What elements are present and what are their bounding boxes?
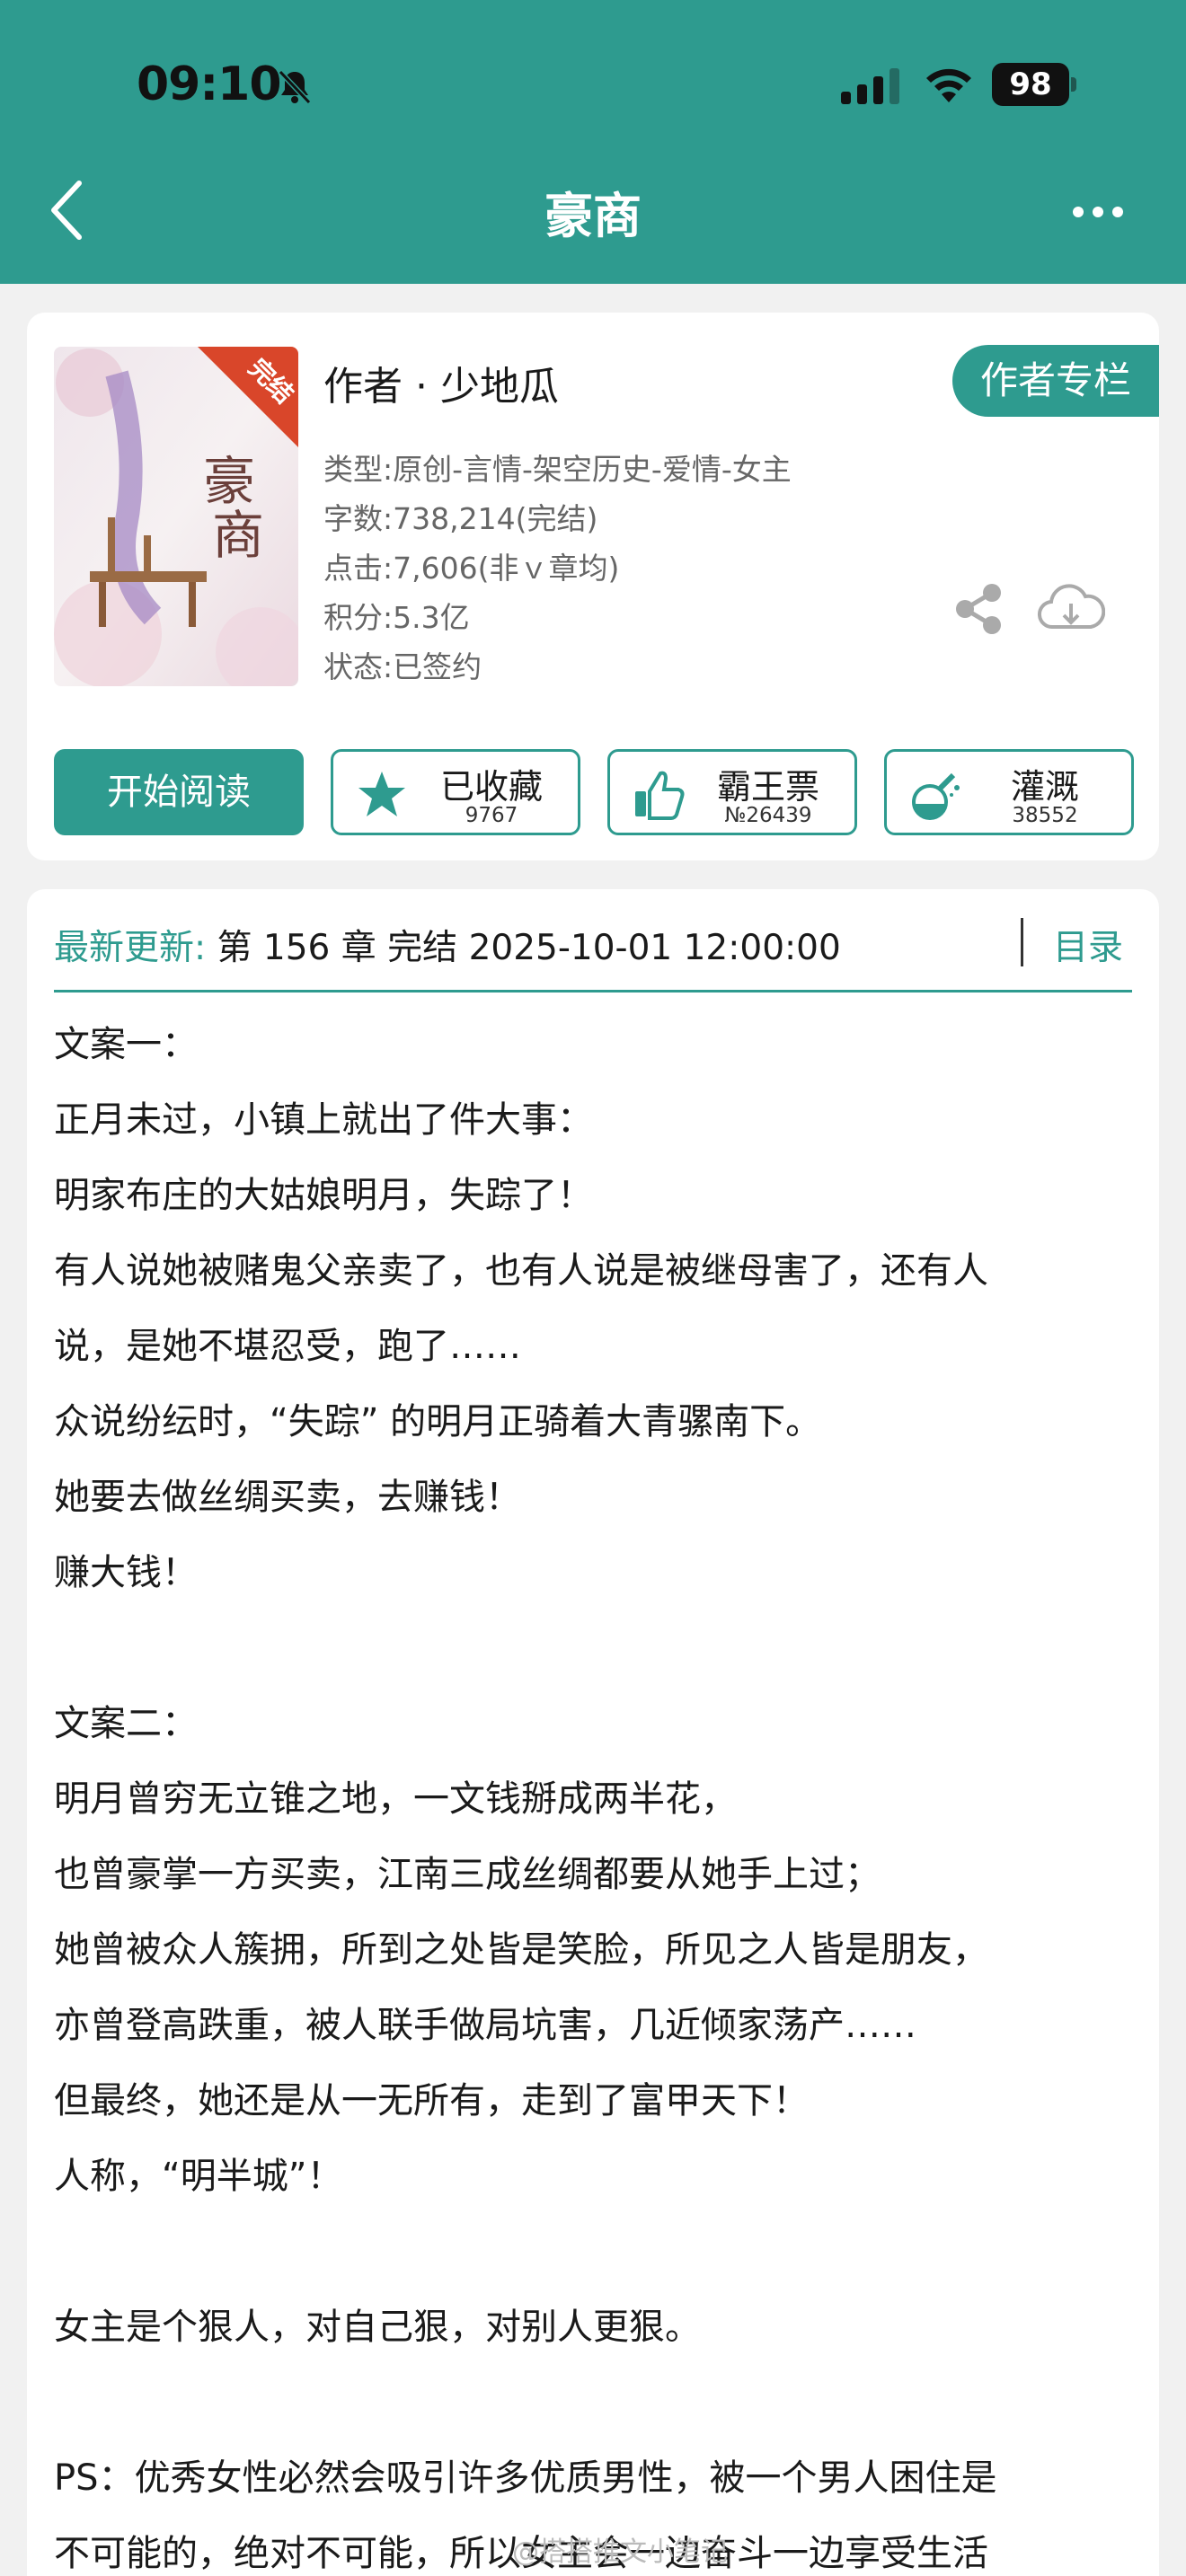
- page-title: 豪商: [544, 188, 642, 244]
- overlord-ticket-label: 霸王票: [716, 767, 819, 807]
- synopsis-line: 明家布庄的大姑娘明月，失踪了！: [54, 1175, 593, 1216]
- author-column-button[interactable]: 作者专栏: [952, 345, 1159, 417]
- book-info-card: 豪 商 完结 作者 · 少地瓜 作者专栏 类型:原创-言情-架空历史-爱情-女主…: [27, 313, 1159, 860]
- synopsis-line: 她要去做丝绸买卖，去赚钱！: [54, 1477, 521, 1518]
- synopsis-line: 赚大钱！: [54, 1552, 198, 1593]
- favorite-label: 已收藏: [439, 767, 543, 807]
- favorite-count: 9767: [465, 804, 518, 827]
- synopsis-line: 正月未过，小镇上就出了件大事：: [54, 1099, 593, 1141]
- meta-genre: 类型:原创-言情-架空历史-爱情-女主: [323, 452, 792, 487]
- latest-update[interactable]: 最新更新: 第 156 章 完结 2025-10-01 12:00:00: [54, 920, 841, 970]
- synopsis-line: 文案二：: [54, 1703, 198, 1744]
- status-time: 09:10: [137, 57, 282, 111]
- battery-level: 98: [992, 63, 1069, 106]
- synopsis-card: 最新更新: 第 156 章 完结 2025-10-01 12:00:00 目录 …: [27, 889, 1159, 2576]
- vertical-divider: [1021, 918, 1023, 966]
- synopsis-line: 但最终，她还是从一无所有，走到了富甲天下！: [54, 2080, 809, 2122]
- favorite-button[interactable]: 已收藏 9767: [331, 749, 580, 835]
- synopsis-line: 文案一：: [54, 1024, 198, 1065]
- meta-word-count: 字数:738,214(完结): [323, 501, 598, 536]
- table-of-contents-link[interactable]: 目录: [1053, 920, 1123, 970]
- meta-status: 状态:已签约: [323, 649, 482, 684]
- overlord-ticket-count: №26439: [724, 804, 812, 827]
- svg-text:豪: 豪: [203, 451, 255, 512]
- meta-score: 积分:5.3亿: [323, 600, 470, 635]
- author-name[interactable]: 作者 · 少地瓜: [323, 354, 559, 411]
- back-button[interactable]: [45, 176, 90, 244]
- book-cover-image[interactable]: 豪 商 完结: [54, 347, 298, 686]
- synopsis-line: 也曾豪掌一方买卖，江南三成丝绸都要从她手上过；: [54, 1854, 881, 1895]
- battery-indicator: 98: [992, 63, 1076, 106]
- synopsis-line: 女主是个狠人，对自己狠，对别人更狠。: [54, 2307, 701, 2348]
- irrigate-count: 38552: [1012, 804, 1078, 827]
- wifi-icon: [926, 68, 971, 102]
- battery-cap: [1071, 77, 1076, 92]
- synopsis-line: 亦曾登高跌重，被人联手做局坑害，几近倾家荡产……: [54, 2005, 916, 2046]
- latest-update-label: 最新更新:: [54, 928, 207, 968]
- synopsis-line: 说，是她不堪忍受，跑了……: [54, 1326, 521, 1367]
- star-icon: [358, 772, 405, 816]
- start-reading-button[interactable]: 开始阅读: [54, 749, 304, 835]
- app-header: 09:10 98 豪商: [0, 0, 1186, 284]
- overlord-ticket-button[interactable]: 霸王票 №26439: [607, 749, 857, 835]
- synopsis-line: 她曾被众人簇拥，所到之处皆是笑脸，所见之人皆是朋友，: [54, 1929, 988, 1971]
- meta-clicks: 点击:7,606(非ｖ章均): [323, 551, 620, 586]
- synopsis-line: 有人说她被赌鬼父亲卖了，也有人说是被继母害了，还有人: [54, 1250, 988, 1292]
- irrigate-button[interactable]: 灌溉 38552: [884, 749, 1134, 835]
- synopsis-line: PS：优秀女性必然会吸引许多优质男性，被一个男人困住是: [54, 2457, 997, 2499]
- irrigate-label: 灌溉: [1010, 767, 1079, 807]
- synopsis-line: 明月曾穷无立锥之地，一文钱掰成两半花，: [54, 1778, 737, 1820]
- latest-update-text: 第 156 章 完结 2025-10-01 12:00:00: [206, 928, 841, 968]
- cellular-signal-icon: [841, 68, 899, 104]
- synopsis-line: 人称，“明半城”！: [54, 2156, 343, 2197]
- share-icon[interactable]: [952, 582, 1006, 636]
- horizontal-divider: [54, 990, 1132, 992]
- watermark: @搭搭推文小笔记: [512, 2536, 728, 2568]
- more-options-button[interactable]: [1069, 194, 1127, 230]
- svg-text:商: 商: [212, 505, 264, 566]
- flask-icon: [912, 772, 960, 820]
- cloud-download-icon[interactable]: [1037, 580, 1105, 638]
- mute-bell-icon: [278, 69, 312, 105]
- synopsis-line: 众说纷纭时，“失踪” 的明月正骑着大青骡南下。: [54, 1401, 822, 1442]
- thumbs-up-icon: [635, 771, 685, 820]
